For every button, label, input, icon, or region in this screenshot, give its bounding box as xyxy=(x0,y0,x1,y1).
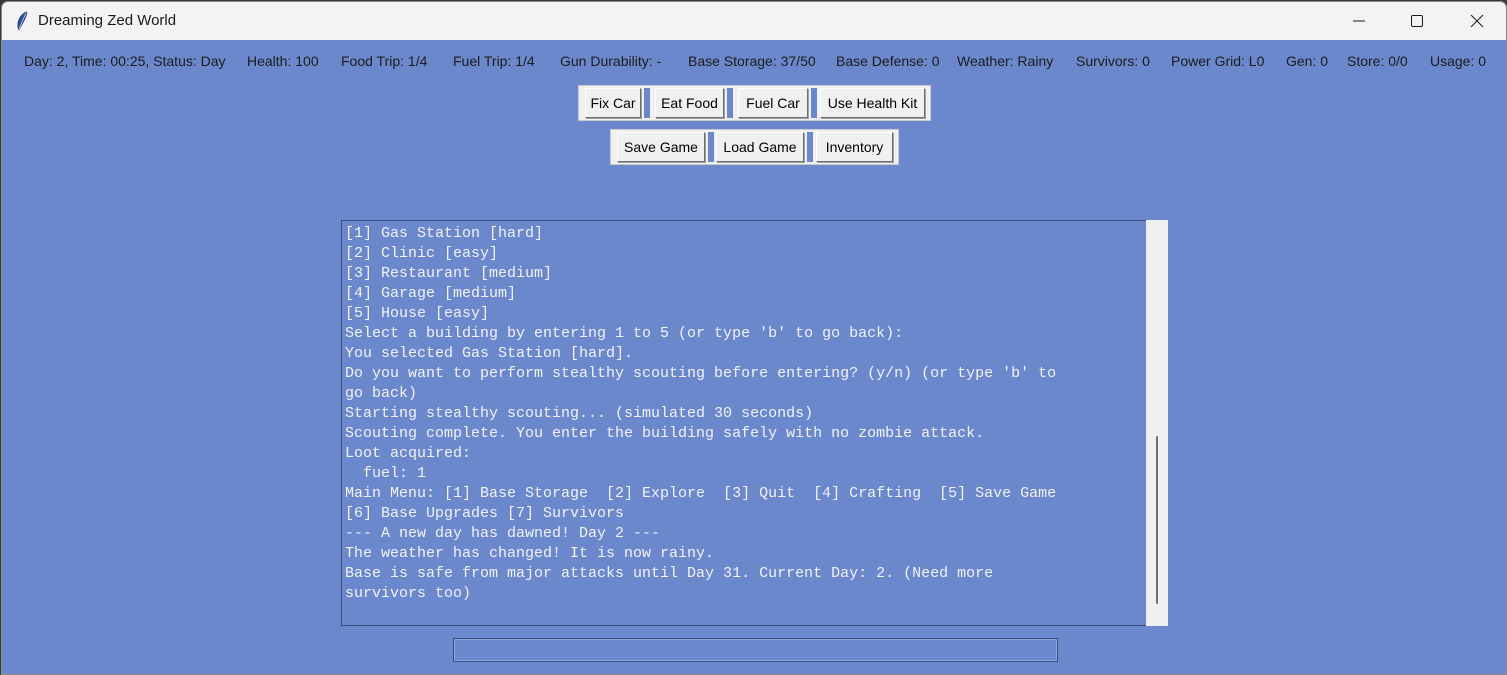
weather-status: Weather: Rainy xyxy=(957,53,1054,69)
button-separator xyxy=(811,88,817,118)
load-game-button[interactable]: Load Game xyxy=(716,132,804,162)
log-line: Loot acquired: xyxy=(345,445,472,462)
close-icon xyxy=(1470,14,1484,28)
log-line: [3] Restaurant [medium] xyxy=(345,265,553,282)
feather-icon xyxy=(17,11,28,31)
generator-status: Gen: 0 xyxy=(1286,53,1329,69)
survivors-status: Survivors: 0 xyxy=(1076,53,1150,69)
button-separator xyxy=(727,88,733,118)
food-trip-status: Food Trip: 1/4 xyxy=(341,53,428,69)
close-button[interactable] xyxy=(1448,2,1506,40)
maximize-button[interactable] xyxy=(1388,2,1446,40)
button-separator xyxy=(644,88,650,118)
log-line: Main Menu: [1] Base Storage [2] Explore … xyxy=(345,485,1057,502)
log-line: --- A new day has dawned! Day 2 --- xyxy=(345,525,661,542)
log-line: [1] Gas Station [hard] xyxy=(345,225,544,242)
save-game-button[interactable]: Save Game xyxy=(617,132,705,162)
game-log-textarea[interactable]: [1] Gas Station [hard] [2] Clinic [easy]… xyxy=(341,220,1147,626)
status-bar: Day: 2, Time: 00:25, Status: Day Health:… xyxy=(2,40,1506,82)
log-line: fuel: 1 xyxy=(345,465,427,482)
button-separator xyxy=(708,132,714,162)
log-line: The weather has changed! It is now rainy… xyxy=(345,545,715,562)
log-line: [6] Base Upgrades [7] Survivors xyxy=(345,505,625,522)
minimize-icon xyxy=(1353,20,1365,22)
log-line: [5] House [easy] xyxy=(345,305,490,322)
action-button-row: Fix Car Eat Food Fuel Car Use Health Kit xyxy=(578,85,931,121)
log-line: Starting stealthy scouting... (simulated… xyxy=(345,405,814,422)
log-line: You selected Gas Station [hard]. xyxy=(345,345,634,362)
scrollbar-thumb[interactable] xyxy=(1156,436,1158,604)
power-grid-status: Power Grid: L0 xyxy=(1171,53,1265,69)
window-title: Dreaming Zed World xyxy=(38,12,177,29)
eat-food-button[interactable]: Eat Food xyxy=(655,88,724,118)
log-line: Scouting complete. You enter the buildin… xyxy=(345,425,985,442)
log-scrollbar[interactable] xyxy=(1146,220,1168,626)
button-separator xyxy=(807,132,813,162)
day-time-status: Day: 2, Time: 00:25, Status: Day xyxy=(24,53,226,69)
health-status: Health: 100 xyxy=(247,53,319,69)
fuel-car-button[interactable]: Fuel Car xyxy=(738,88,808,118)
app-window: Dreaming Zed World Day: 2, Time: 00:25, … xyxy=(1,1,1507,675)
command-input[interactable] xyxy=(453,638,1058,662)
base-storage-status: Base Storage: 37/50 xyxy=(688,53,816,69)
usage-status: Usage: 0 xyxy=(1430,53,1487,69)
log-line: [4] Garage [medium] xyxy=(345,285,517,302)
fix-car-button[interactable]: Fix Car xyxy=(585,88,641,118)
log-line: survivors too) xyxy=(345,585,472,602)
fuel-trip-status: Fuel Trip: 1/4 xyxy=(453,53,535,69)
log-line: Select a building by entering 1 to 5 (or… xyxy=(345,325,904,342)
game-button-row: Save Game Load Game Inventory xyxy=(610,129,899,165)
maximize-icon xyxy=(1411,15,1423,27)
log-line: Do you want to perform stealthy scouting… xyxy=(345,365,1057,382)
use-health-kit-button[interactable]: Use Health Kit xyxy=(820,88,925,118)
log-line: go back) xyxy=(345,385,418,402)
base-defense-status: Base Defense: 0 xyxy=(836,53,940,69)
log-line: [2] Clinic [easy] xyxy=(345,245,499,262)
gun-durability-status: Gun Durability: - xyxy=(560,53,662,69)
log-line: Base is safe from major attacks until Da… xyxy=(345,565,994,582)
title-bar: Dreaming Zed World xyxy=(2,2,1506,40)
minimize-button[interactable] xyxy=(1330,2,1388,40)
store-status: Store: 0/0 xyxy=(1347,53,1408,69)
inventory-button[interactable]: Inventory xyxy=(816,132,893,162)
